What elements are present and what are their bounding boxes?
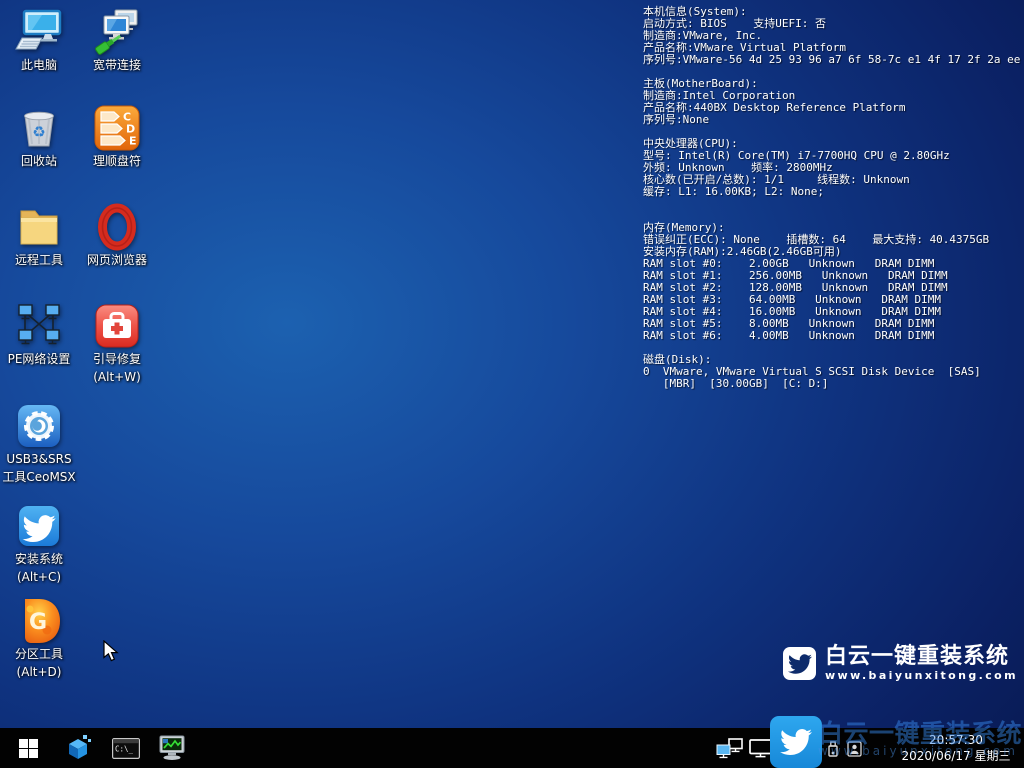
desktop-icon-install-system[interactable]: 安装系统 (Alt+C) [0,502,78,586]
desktop-icon-label: 回收站 [0,152,78,170]
registry-tool-button[interactable] [62,728,96,768]
gear-swirl-icon [15,402,63,450]
system-info-panel: 本机信息(System): 启动方式: BIOS 支持UEFI: 否 制造商:V… [643,6,1024,390]
cmd-window-icon: C:\_ [112,738,140,759]
first-aid-kit-icon [93,302,141,350]
brand-text: 白云一键重装系统 www.baiyunxitong.com [825,644,1018,682]
desktop-icon-label2: (Alt+W) [78,368,156,386]
this-pc-icon [15,8,63,56]
desktop-icon-recycle-bin[interactable]: ♻ 回收站 [0,104,78,170]
desktop-icon-label: 引导修复 [78,350,156,368]
desktop-icon-label: 理顺盘符 [78,152,156,170]
desktop-icon-label2: (Alt+D) [0,663,78,681]
desktop-icon-partition-tool[interactable]: G 分区工具 (Alt+D) [0,597,78,681]
bird-icon [780,726,812,758]
desktop-icon-label2: 工具CeoMSX [0,468,78,486]
desktop-icon-drive-letter[interactable]: C D E 理顺盘符 [78,104,156,170]
start-button[interactable] [10,728,46,768]
desktop-icon-label: 分区工具 [0,645,78,663]
brand-watermark: 白云一键重装系统 www.baiyunxitong.com [783,644,1018,682]
clock-time: 20:57:30 [894,732,1018,748]
bird-icon [15,502,63,550]
desktop-icon-remote-tools[interactable]: 远程工具 [0,203,78,269]
diskgenius-icon: G [15,597,63,645]
hardware-monitor-button[interactable] [152,728,192,768]
desktop-icon-label: 网页浏览器 [78,251,156,269]
tray-display-icon[interactable] [749,739,772,758]
desktop-icon-label: 宽带连接 [78,56,156,74]
desktop-icon-browser[interactable]: 网页浏览器 [78,203,156,269]
svg-text:♻: ♻ [32,123,45,141]
blue-cube-icon [66,735,92,761]
brand-bird-icon [783,647,816,680]
mouse-cursor [103,640,123,664]
taskbar-clock[interactable]: 20:57:30 2020/06/17 星期三 [894,732,1018,764]
desktop-icon-this-pc[interactable]: 此电脑 [0,8,78,74]
network-diagram-icon [15,302,63,350]
clock-date: 2020/06/17 星期三 [894,748,1018,764]
brand-title: 白云一键重装系统 [825,644,1018,669]
desktop-icon-label: 远程工具 [0,251,78,269]
drive-letter-icon: C D E [93,104,141,152]
desktop-icon-boot-repair[interactable]: 引导修复 (Alt+W) [78,302,156,386]
taskbar: C:\_ [0,728,1024,768]
tray-usb-icon[interactable] [826,741,840,758]
desktop-icon-pe-network[interactable]: PE网络设置 [0,302,78,368]
desktop-icon-usb3-srs[interactable]: USB3&SRS 工具CeoMSX [0,402,78,486]
tray-network-icon[interactable] [716,738,744,759]
broadband-icon [93,8,141,56]
desktop: 此电脑 宽带连接 [0,0,1024,768]
desktop-icon-label2: (Alt+C) [0,568,78,586]
command-prompt-button[interactable]: C:\_ [108,728,144,768]
recycle-bin-icon: ♻ [15,104,63,152]
folder-icon [15,203,63,251]
opera-browser-icon [93,203,141,251]
svg-text:C:\_: C:\_ [115,744,134,753]
tray-input-user-icon[interactable] [847,741,862,757]
svg-text:G: G [29,610,47,635]
monitor-chart-icon [157,735,187,761]
desktop-icon-label: PE网络设置 [0,350,78,368]
desktop-icon-label: 此电脑 [0,56,78,74]
brand-app-button[interactable] [770,716,822,768]
svg-text:E: E [129,135,137,148]
desktop-icon-broadband[interactable]: 宽带连接 [78,8,156,74]
windows-logo-icon [19,739,38,758]
brand-url: www.baiyunxitong.com [825,669,1018,682]
desktop-icon-label: 安装系统 [0,550,78,568]
desktop-icon-label: USB3&SRS [0,450,78,468]
